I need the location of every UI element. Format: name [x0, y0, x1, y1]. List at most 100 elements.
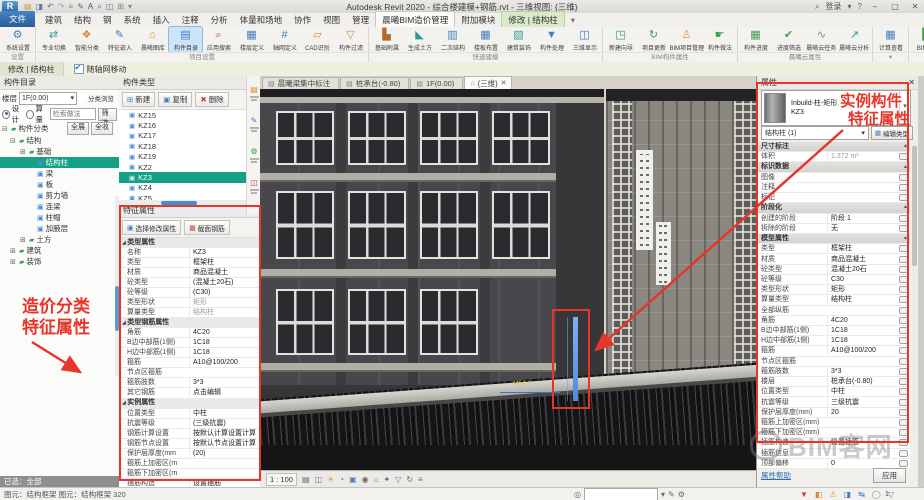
- view-tab[interactable]: ▤ 桩承台(-0.80): [340, 77, 409, 89]
- feature-property-row[interactable]: H边中部筋(1侧) 1C18: [119, 348, 260, 358]
- ribbon-button[interactable]: ✎ 特征嵌入: [103, 27, 136, 52]
- status-bar-icon[interactable]: ↹: [858, 489, 865, 500]
- feature-property-row[interactable]: 名称 KZ3: [119, 248, 260, 258]
- signin-label[interactable]: 登录: [826, 1, 842, 12]
- instance-property-row[interactable]: 拆除的阶段 无: [757, 224, 910, 234]
- feature-property-row[interactable]: 实例属性: [119, 399, 260, 409]
- associate-parameter-button[interactable]: [899, 307, 908, 314]
- feature-property-row[interactable]: 箍筋上加密区(m: [119, 459, 260, 469]
- instance-property-row[interactable]: 标识数据: [757, 162, 910, 172]
- tree-toggle-icon[interactable]: ⊞: [20, 236, 27, 244]
- tree-item[interactable]: ⊞ ▰ 土方: [0, 234, 119, 245]
- instance-property-row[interactable]: 位置类型 中柱: [757, 387, 910, 397]
- feature-property-row[interactable]: 节点区箍筋: [119, 368, 260, 378]
- moves-with-grids-checkbox[interactable]: [74, 64, 84, 74]
- view-tab[interactable]: ⌂ {三维} ✕: [464, 76, 512, 89]
- feature-property-row[interactable]: 类型属性: [119, 238, 260, 248]
- ribbon-tab[interactable]: 协作: [288, 12, 317, 27]
- minimize-button[interactable]: –: [868, 2, 882, 11]
- ribbon-button[interactable]: ☛ 构件做法: [703, 27, 736, 52]
- side-toolbar-item[interactable]: ✎: [250, 115, 259, 132]
- view-control-icon[interactable]: ☀: [327, 474, 334, 485]
- ribbon-button[interactable]: ∿ 晨曦云任务: [805, 27, 838, 52]
- ribbon-button[interactable]: ✔ 进度筛选: [772, 27, 805, 52]
- type-list-item[interactable]: ▣ KZ19: [119, 152, 260, 162]
- gear-icon[interactable]: ⚙: [678, 489, 685, 500]
- tree-item[interactable]: ▣ 梁: [0, 168, 119, 179]
- selected-column-highlight[interactable]: [573, 317, 578, 401]
- feature-property-row[interactable]: 类型形状 矩形: [119, 298, 260, 308]
- binoculars-icon[interactable]: ◎: [574, 489, 581, 500]
- qat-icon[interactable]: A: [88, 1, 93, 12]
- feature-property-row[interactable]: 保护层厚度(mm (20): [119, 449, 260, 459]
- associate-parameter-button[interactable]: [899, 184, 908, 191]
- tree-item[interactable]: ⊟ ▰ 结构: [0, 135, 119, 146]
- associate-parameter-button[interactable]: [899, 215, 908, 222]
- type-selector[interactable]: Inbuild-柱-矩形 KZ3 ▾: [761, 90, 911, 126]
- ribbon-tab[interactable]: 附加模块: [455, 12, 501, 27]
- associate-parameter-button[interactable]: [899, 347, 908, 354]
- associate-parameter-button[interactable]: [899, 429, 908, 436]
- properties-help-link[interactable]: 属性帮助: [761, 470, 791, 481]
- instance-property-row[interactable]: 抗震等级 三级抗震: [757, 397, 910, 407]
- tree-item[interactable]: ▣ 加腋层: [0, 223, 119, 234]
- ribbon-tab[interactable]: 结构: [68, 12, 97, 27]
- instance-property-row[interactable]: 标记: [757, 193, 910, 203]
- type-list-item[interactable]: ▣ KZ3: [119, 172, 260, 182]
- associate-parameter-button[interactable]: [899, 337, 908, 344]
- ribbon-button[interactable]: ❖ 智能分类: [70, 27, 103, 52]
- ribbon-button[interactable]: ▽ 构件过滤: [334, 27, 367, 52]
- instance-property-row[interactable]: 箍筋下加密区(mm): [757, 428, 910, 438]
- view-control-icon[interactable]: ◉: [362, 474, 369, 485]
- associate-parameter-button[interactable]: [899, 245, 908, 252]
- ribbon-button[interactable]: ♙ BIM项目管理: [670, 27, 703, 52]
- view-scale[interactable]: 1 : 100: [266, 473, 297, 486]
- ribbon-tab[interactable]: 系统: [118, 12, 147, 27]
- instance-property-row[interactable]: 注释: [757, 183, 910, 193]
- associate-parameter-button[interactable]: [899, 327, 908, 334]
- associate-parameter-button[interactable]: [899, 317, 908, 324]
- ribbon-tab[interactable]: 管理: [346, 12, 375, 27]
- associate-parameter-button[interactable]: [899, 225, 908, 232]
- status-bar-icon[interactable]: ▼: [800, 489, 808, 500]
- associate-parameter-button[interactable]: [899, 296, 908, 303]
- cart-icon[interactable]: ▾: [848, 1, 852, 12]
- associate-parameter-button[interactable]: [899, 399, 908, 406]
- ribbon-button[interactable]: ▱ CAD识别: [301, 27, 334, 52]
- qat-icon[interactable]: ⊞: [117, 1, 124, 12]
- ribbon-tab[interactable]: 体量和场地: [234, 12, 289, 27]
- 3d-viewport[interactable]: 4454.4: [260, 89, 756, 470]
- view-control-icon[interactable]: ≡: [418, 474, 423, 485]
- instance-property-row[interactable]: B边中部筋(1侧) 1C18: [757, 326, 910, 336]
- qat-icon[interactable]: ⌕: [97, 1, 101, 12]
- instance-property-row[interactable]: 箍筋肢数 3*3: [757, 367, 910, 377]
- associate-parameter-button[interactable]: [899, 409, 908, 416]
- ribbon-button[interactable]: ▤ 构件目录: [169, 27, 202, 52]
- type-list-item[interactable]: ▣ KZ18: [119, 141, 260, 151]
- instance-property-row[interactable]: 砼类型 混凝土20石: [757, 265, 910, 275]
- ribbon-button[interactable]: ▦ 计算查看: [874, 27, 907, 52]
- ribbon-button[interactable]: ▨ 建筑装饰: [502, 27, 535, 52]
- status-bar-icon[interactable]: ◨: [844, 489, 852, 500]
- ribbon-button[interactable]: ▦ 构件进度: [739, 27, 772, 52]
- associate-parameter-button[interactable]: [899, 460, 908, 467]
- ribbon-button[interactable]: ▦ 楼层定义: [235, 27, 268, 52]
- instance-property-row[interactable]: 材质 商品混凝土: [757, 254, 910, 264]
- tree-item[interactable]: ▣ 板: [0, 179, 119, 190]
- feature-property-row[interactable]: 算量类型 结构柱: [119, 308, 260, 318]
- element-filter-select[interactable]: 结构柱 (1)▾: [761, 126, 869, 140]
- tree-toggle-icon[interactable]: ⊟: [10, 137, 17, 145]
- feature-property-row[interactable]: 角筋 4C20: [119, 328, 260, 338]
- close-panel-icon[interactable]: ✕: [908, 76, 915, 89]
- ribbon-tab[interactable]: ▾: [565, 13, 581, 27]
- associate-parameter-button[interactable]: [899, 419, 908, 426]
- instance-property-row[interactable]: 箍筋 A10@100/200: [757, 346, 910, 356]
- design-radio[interactable]: [2, 110, 10, 119]
- catalog-search-input[interactable]: [50, 108, 96, 120]
- feature-property-row[interactable]: 类型 框架柱: [119, 258, 260, 268]
- associate-parameter-button[interactable]: [899, 450, 908, 457]
- ribbon-tab[interactable]: 注释: [176, 12, 205, 27]
- ribbon-button[interactable]: ▦ 楼板布置: [469, 27, 502, 52]
- associate-parameter-button[interactable]: [899, 153, 908, 160]
- close-view-icon[interactable]: ✕: [501, 79, 507, 87]
